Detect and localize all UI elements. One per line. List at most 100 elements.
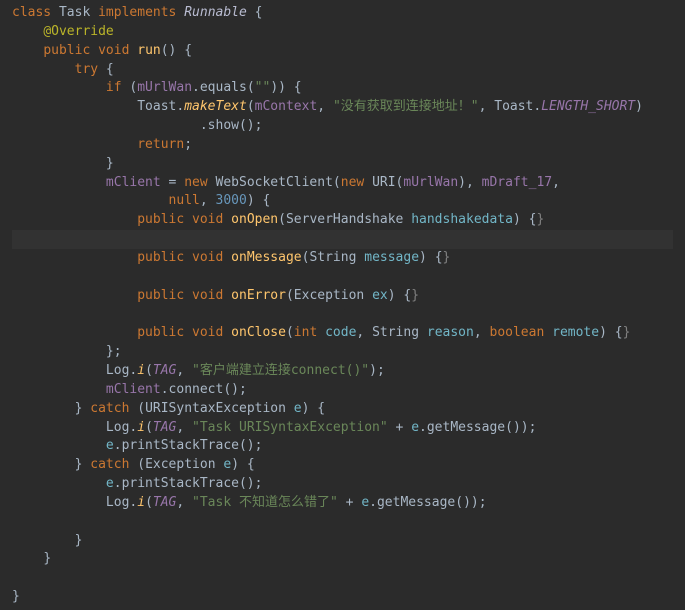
try-kw: try — [75, 62, 98, 77]
method-call: getMessage — [377, 495, 455, 510]
param-name: handshakedata — [411, 212, 513, 227]
param-type: ServerHandshake — [286, 212, 403, 227]
code-line: .show(); — [12, 117, 673, 136]
brace: } — [106, 156, 114, 171]
code-line: mClient.connect(); — [12, 381, 673, 400]
catch-kw: catch — [90, 401, 129, 416]
fold-icon[interactable]: } — [536, 212, 544, 227]
code-line: } — [12, 588, 673, 607]
brace: }; — [106, 344, 122, 359]
method-call: equals — [200, 80, 247, 95]
string: "没有获取到连接地址！" — [333, 99, 479, 114]
field: mUrlWan — [403, 175, 458, 190]
field: mDraft_17 — [482, 175, 552, 190]
method-call: makeText — [184, 99, 247, 114]
code-line: public void run() { — [12, 42, 673, 61]
catch-kw: catch — [90, 457, 129, 472]
code-line: @Override — [12, 23, 673, 42]
field: mUrlWan — [137, 80, 192, 95]
code-line — [12, 268, 673, 287]
param-name: e — [106, 476, 114, 491]
method-name: onError — [231, 288, 286, 303]
code-line: try { — [12, 61, 673, 80]
method-call: printStackTrace — [122, 476, 239, 491]
null-kw: null — [169, 193, 200, 208]
if-kw: if — [106, 80, 122, 95]
string: "Task 不知道怎么错了" — [192, 495, 338, 510]
method-call: i — [137, 363, 145, 378]
param-name: message — [364, 250, 419, 265]
code-line: null, 3000) { — [12, 192, 673, 211]
class-name: Task — [59, 5, 90, 20]
param-name: e — [106, 438, 114, 453]
code-line — [12, 569, 673, 588]
modifier: public — [43, 43, 90, 58]
method-name: onClose — [231, 325, 286, 340]
field: mContext — [255, 99, 318, 114]
param-name: e — [294, 401, 302, 416]
return-kw: return — [137, 137, 184, 152]
param-type: Exception — [145, 457, 215, 472]
brace: } — [12, 589, 20, 604]
class-ref: WebSocketClient — [216, 175, 333, 190]
keyword-implements: implements — [98, 5, 176, 20]
code-line: class Task implements Runnable { — [12, 4, 673, 23]
method-name: run — [137, 43, 160, 58]
code-line: public void onOpen(ServerHandshake hands… — [12, 211, 673, 230]
method-call: connect — [169, 382, 224, 397]
param-type: URISyntaxException — [145, 401, 286, 416]
param-name: reason — [427, 325, 474, 340]
param-name: code — [325, 325, 356, 340]
method-call: show — [208, 118, 239, 133]
method-name: onOpen — [231, 212, 278, 227]
class-ref: Log — [106, 420, 129, 435]
code-line: } catch (Exception e) { — [12, 456, 673, 475]
new-kw: new — [184, 175, 207, 190]
brace: } — [75, 533, 83, 548]
code-line: } — [12, 532, 673, 551]
code-line: Log.i(TAG, "客户端建立连接connect()"); — [12, 362, 673, 381]
code-line: Log.i(TAG, "Task 不知道怎么错了" + e.getMessage… — [12, 494, 673, 513]
number: 3000 — [216, 193, 247, 208]
code-line: if (mUrlWan.equals("")) { — [12, 79, 673, 98]
code-line: mClient = new WebSocketClient(new URI(mU… — [12, 174, 673, 193]
class-ref: Toast — [494, 99, 533, 114]
param-type: String — [372, 325, 419, 340]
prim-type: int — [294, 325, 317, 340]
code-line: }; — [12, 343, 673, 362]
keyword-class: class — [12, 5, 51, 20]
fold-icon[interactable]: } — [443, 250, 451, 265]
param-name: e — [223, 457, 231, 472]
string: "Task URISyntaxException" — [192, 420, 388, 435]
param-name: e — [361, 495, 369, 510]
fold-icon[interactable]: } — [411, 288, 419, 303]
method-call: i — [137, 420, 145, 435]
class-ref: URI — [372, 175, 395, 190]
code-line: e.printStackTrace(); — [12, 437, 673, 456]
constant: TAG — [153, 420, 176, 435]
new-kw: new — [341, 175, 364, 190]
code-line: } catch (URISyntaxException e) { — [12, 400, 673, 419]
class-ref: Log — [106, 495, 129, 510]
fold-icon[interactable]: } — [623, 325, 631, 340]
code-line: public void onMessage(String message) {} — [12, 249, 673, 268]
method-call: getMessage — [427, 420, 505, 435]
brace: } — [43, 551, 51, 566]
field: mClient — [106, 382, 161, 397]
param-type: String — [309, 250, 356, 265]
class-ref: Toast — [137, 99, 176, 114]
code-line: e.printStackTrace(); — [12, 475, 673, 494]
code-line: return; — [12, 136, 673, 155]
code-line: Toast.makeText(mContext, "没有获取到连接地址！", T… — [12, 98, 673, 117]
interface-name: Runnable — [184, 5, 247, 20]
string: "客户端建立连接connect()" — [192, 363, 369, 378]
string: "" — [255, 80, 271, 95]
method-name: onMessage — [231, 250, 301, 265]
code-line: public void onError(Exception ex) {} — [12, 287, 673, 306]
prim-type: boolean — [490, 325, 545, 340]
method-call: printStackTrace — [122, 438, 239, 453]
field: mClient — [106, 175, 161, 190]
constant: LENGTH_SHORT — [541, 99, 635, 114]
code-line: } — [12, 550, 673, 569]
code-editor[interactable]: class Task implements Runnable { @Overri… — [12, 4, 673, 607]
